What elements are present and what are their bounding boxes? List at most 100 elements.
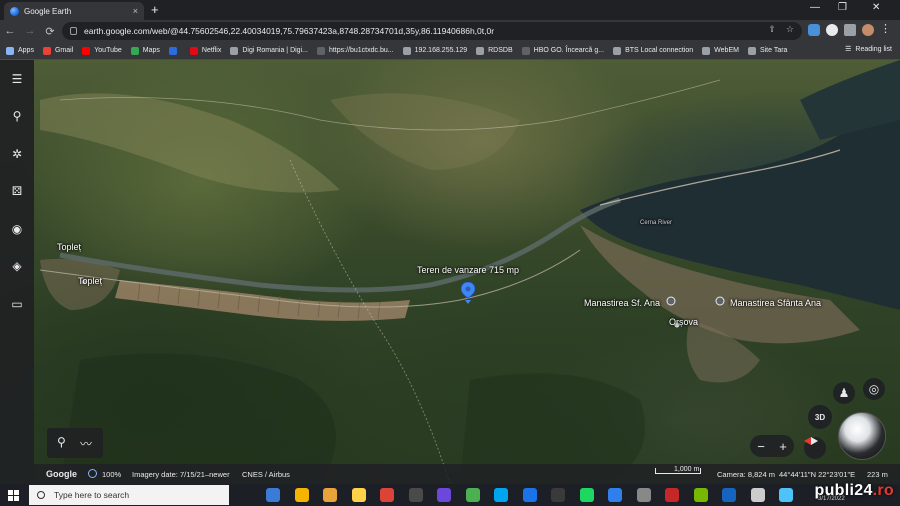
tab-google-earth[interactable]: Google Earth × (4, 2, 144, 20)
bookmark-item[interactable] (168, 46, 181, 55)
menu-kebab-icon[interactable]: ⋮ (880, 24, 892, 36)
earth-map-view[interactable]: Teren de vanzare 715 mp Topleț Topleț Ma… (0, 60, 900, 484)
taskbar-app-icon[interactable] (408, 488, 423, 502)
taskbar-search-box[interactable]: Type here to search (29, 485, 229, 505)
poi-marker[interactable] (666, 296, 676, 306)
search-icon[interactable]: ⚲ (8, 107, 26, 125)
taskbar-app-icon[interactable] (437, 488, 451, 502)
measure-ruler-icon[interactable]: ▭ (8, 295, 26, 313)
maximize-button[interactable]: ❐ (838, 2, 847, 13)
location-pin-icon[interactable]: ⚲ (57, 435, 66, 449)
bookmark-label: Gmail (54, 47, 74, 54)
close-window-button[interactable]: ✕ (872, 2, 880, 13)
bookmark-label: WebEM (714, 47, 739, 54)
map-style-layers-icon[interactable]: ◈ (8, 257, 26, 275)
puzzle-icon[interactable] (844, 24, 856, 36)
taskbar-app-icon[interactable] (636, 488, 651, 502)
bookmark-favicon-icon (316, 46, 325, 55)
imagery-credits[interactable]: CNES / Airbus (242, 470, 290, 479)
bookmark-item[interactable]: Digi Romania | Digi... (230, 46, 308, 55)
reload-icon[interactable]: ⟳ (40, 25, 60, 38)
bookmark-item[interactable]: BTS Local connection (613, 46, 693, 55)
bookmark-favicon-icon (6, 46, 14, 55)
bookmark-item[interactable]: HBO GO. Încearcă g... (521, 46, 604, 55)
projects-pin-icon[interactable]: ◉ (8, 220, 26, 238)
bookmark-favicon-icon (476, 46, 485, 55)
taskbar-app-icon[interactable] (294, 488, 309, 502)
bookmark-item[interactable]: Site Tara (747, 46, 787, 55)
pegman-icon[interactable]: ♟ (833, 382, 855, 404)
forward-button[interactable]: → (20, 25, 40, 37)
google-earth-favicon-icon (10, 6, 19, 16)
url-text[interactable]: earth.google.com/web/@44.75602546,22.400… (84, 26, 494, 36)
voyager-wheel-icon[interactable]: ✲ (8, 145, 26, 163)
my-location-icon[interactable]: ◎ (863, 378, 885, 400)
placemark-label[interactable]: Teren de vanzare 715 mp (417, 265, 519, 275)
windows-taskbar: Type here to search (0, 484, 900, 506)
taskbar-app-icon[interactable] (380, 488, 394, 502)
reading-list-icon: ☰ (845, 46, 852, 53)
bookmark-item[interactable]: https://bu1ctxdc.bu... (316, 46, 394, 55)
taskbar-app-icon[interactable] (779, 488, 793, 502)
bookmark-item[interactable]: Maps (130, 46, 160, 55)
bookmark-favicon-icon (42, 46, 51, 55)
google-logo: Google (46, 469, 77, 479)
place-label-toplet: Topleț (78, 276, 103, 286)
zoom-out-button[interactable]: − (757, 439, 765, 454)
bookmark-label: Maps (142, 47, 160, 54)
share-icon[interactable]: ⇪ (768, 24, 776, 35)
tab-close-icon[interactable]: × (133, 6, 138, 16)
tab-title: Google Earth (24, 6, 72, 16)
bookmark-item[interactable]: Netflix (189, 46, 222, 55)
taskbar-app-icon[interactable] (323, 488, 337, 502)
bookmark-label: Netflix (201, 47, 222, 54)
taskbar-app-icon[interactable] (351, 488, 366, 502)
bookmark-star-icon[interactable]: ☆ (786, 24, 794, 35)
taskbar-app-icon[interactable] (266, 488, 280, 502)
zoom-in-button[interactable]: + (779, 439, 787, 454)
poi-marker[interactable] (715, 296, 725, 306)
scale-label: 1,000 m (674, 466, 700, 473)
profile-avatar[interactable] (862, 24, 874, 36)
bookmark-item[interactable]: Apps (6, 46, 34, 55)
taskbar-app-icon[interactable] (693, 488, 708, 502)
taskbar-app-icon[interactable] (494, 488, 508, 502)
taskbar-app-icon[interactable] (551, 488, 565, 502)
minimize-button[interactable]: — (810, 2, 820, 13)
feeling-lucky-dice-icon[interactable]: ⚄ (8, 182, 26, 200)
taskbar-app-icon[interactable] (722, 488, 736, 502)
taskbar-app-icon[interactable] (665, 488, 679, 502)
taskbar-app-icon[interactable] (522, 488, 537, 502)
bookmark-item[interactable]: Gmail (42, 46, 74, 55)
place-label-toplet: Topleț (57, 242, 82, 252)
bookmark-item[interactable]: YouTube (82, 46, 122, 55)
bookmark-item[interactable]: WebEM (702, 46, 739, 55)
back-button[interactable]: ← (0, 25, 20, 37)
placemark-pin-icon[interactable] (461, 282, 475, 304)
extension-icon[interactable] (808, 24, 820, 36)
3d-toggle-button[interactable]: 3D (808, 405, 832, 429)
address-bar[interactable]: earth.google.com/web/@44.75602546,22.400… (62, 22, 802, 40)
windows-start-icon[interactable] (8, 490, 19, 501)
taskbar-app-icon[interactable] (465, 488, 480, 502)
zoom-percent: 100% (102, 469, 122, 479)
bookmark-item[interactable]: 192.168.255.129 (402, 46, 467, 55)
menu-hamburger-icon[interactable]: ☰ (8, 70, 26, 88)
taskbar-app-icon[interactable] (608, 488, 622, 502)
new-tab-button[interactable]: + (151, 3, 159, 17)
bookmarks-bar: Apps Gmail YouTube Maps Netflix Digi Romania … (0, 42, 900, 60)
bookmark-favicon-icon (402, 46, 411, 55)
bookmark-favicon-icon (747, 46, 756, 55)
globe-minimap-icon[interactable] (838, 412, 886, 460)
taskbar-app-icon[interactable] (750, 488, 765, 502)
extension-icon[interactable] (826, 24, 838, 36)
bookmark-item[interactable]: RDSDB (476, 46, 513, 55)
measure-path-icon[interactable]: 〰 (80, 435, 92, 452)
reading-list-label: Reading list (855, 45, 892, 53)
place-label-manastirea-sf-ana: Manastirea Sf. Ana (584, 298, 661, 308)
reading-list-button[interactable]: ☰ Reading list (845, 45, 892, 54)
taskbar-app-icon[interactable] (579, 488, 594, 502)
browser-toolbar: ← → ⟳ earth.google.com/web/@44.75602546,… (0, 20, 900, 42)
compass-icon[interactable] (804, 437, 826, 459)
watermark-suffix: .ro (872, 482, 894, 499)
